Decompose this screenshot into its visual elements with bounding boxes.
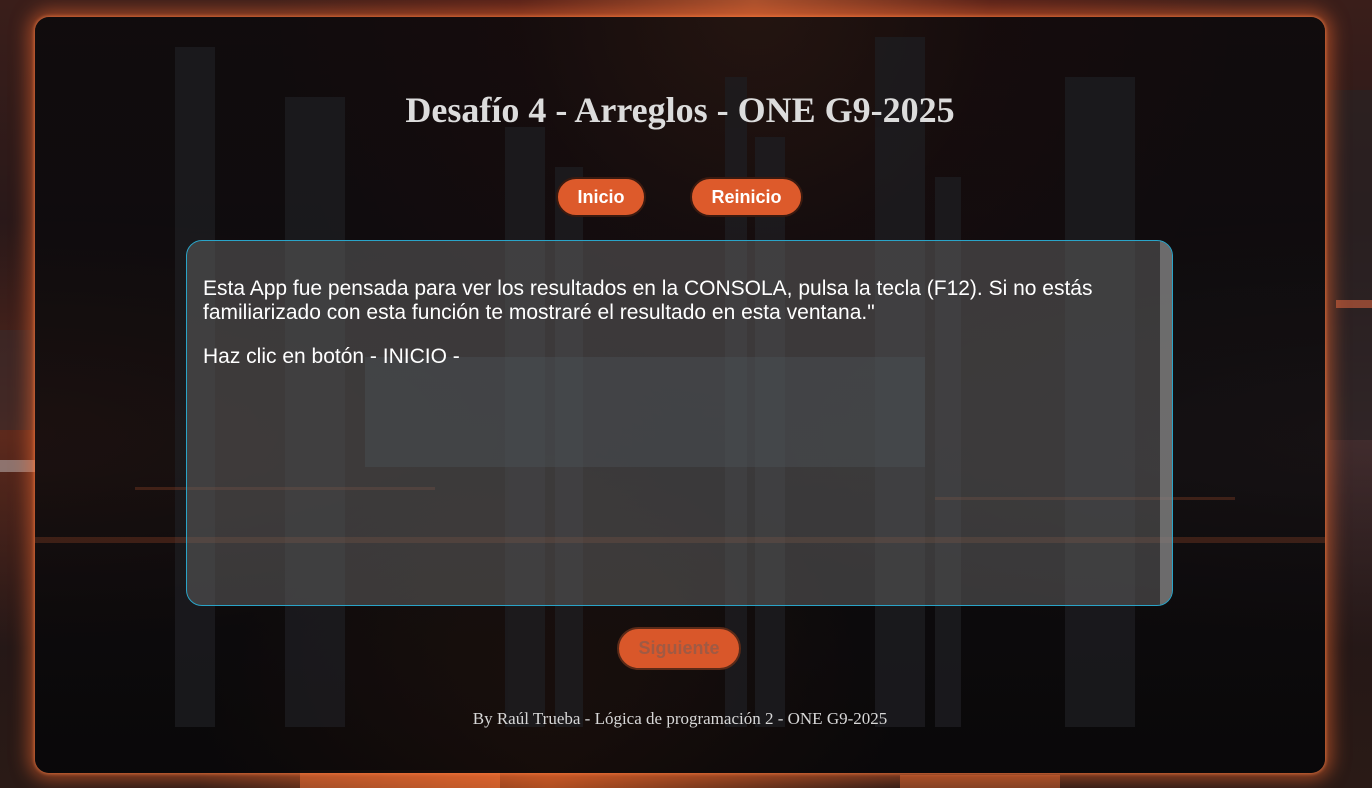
next-button[interactable]: Siguiente (617, 627, 741, 670)
start-button[interactable]: Inicio (556, 177, 646, 217)
output-panel[interactable]: Esta App fue pensada para ver los result… (186, 240, 1173, 606)
action-buttons: Inicio Reinicio (35, 177, 1325, 219)
reset-button[interactable]: Reinicio (690, 177, 803, 217)
output-message: Esta App fue pensada para ver los result… (203, 277, 1093, 324)
page-title: Desafío 4 - Arreglos - ONE G9-2025 (405, 90, 955, 130)
main-card: Desafío 4 - Arreglos - ONE G9-2025 Inici… (35, 17, 1325, 773)
output-scrollbar[interactable] (1160, 241, 1172, 605)
output-text: Esta App fue pensada para ver los result… (203, 277, 1143, 389)
output-instruction: Haz clic en botón - INICIO - (203, 345, 460, 368)
footer-credit: By Raúl Trueba - Lógica de programación … (472, 709, 888, 728)
